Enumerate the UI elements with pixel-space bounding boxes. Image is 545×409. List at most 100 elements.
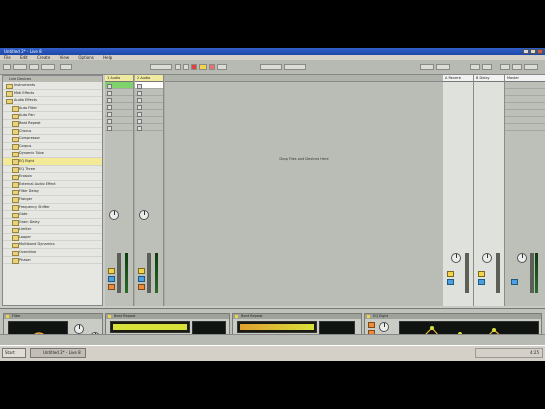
scene-slot[interactable] — [505, 96, 545, 103]
overdub-button[interactable] — [199, 64, 207, 70]
scene-slot[interactable] — [505, 89, 545, 96]
track-title[interactable]: 2 Audio — [135, 75, 163, 82]
automation-arm-button[interactable] — [209, 64, 215, 70]
browser-item[interactable]: EQ Three — [3, 166, 102, 174]
clip-slot[interactable] — [135, 89, 163, 96]
arm-button[interactable] — [138, 284, 145, 290]
stop-clip-icon[interactable] — [137, 97, 142, 103]
browser-item[interactable]: Chorus — [3, 128, 102, 136]
stop-clip-icon[interactable] — [107, 118, 112, 124]
stop-clip-icon[interactable] — [137, 111, 142, 117]
volume-fader[interactable] — [496, 253, 500, 293]
close-icon[interactable] — [537, 49, 543, 54]
pan-knob[interactable] — [139, 210, 149, 220]
track-title[interactable]: A Reverb — [443, 75, 473, 82]
loop-button[interactable] — [217, 64, 227, 70]
loop-start-field[interactable] — [260, 64, 282, 70]
browser-item[interactable]: Erosion — [3, 173, 102, 181]
browser-item[interactable]: Multiband Dynamics — [3, 241, 102, 250]
cue-volume-knob[interactable] — [517, 253, 527, 263]
track-activator-button[interactable] — [447, 271, 454, 277]
stop-clip-icon[interactable] — [107, 111, 112, 117]
browser-item[interactable]: Filter Delay — [3, 188, 102, 196]
time-signature-field[interactable] — [41, 64, 55, 70]
track-activator-button[interactable] — [478, 271, 485, 277]
clip-slot[interactable] — [105, 82, 133, 89]
device-title[interactable]: Filter — [4, 314, 102, 319]
device-title[interactable]: Beat Repeat — [106, 314, 229, 319]
browser-item[interactable]: Phaser — [3, 257, 102, 265]
track-activator-button[interactable] — [108, 268, 115, 274]
stop-clip-icon[interactable] — [107, 125, 112, 131]
taskbar-item-live[interactable]: Untitled 2* - Live 8 — [30, 348, 86, 358]
overview-button[interactable] — [524, 64, 538, 70]
scene-slot[interactable] — [505, 82, 545, 89]
frequency-knob[interactable] — [74, 324, 84, 334]
quantize-menu[interactable] — [60, 64, 72, 70]
arrangement-position-field[interactable] — [150, 64, 172, 70]
key-map-button[interactable] — [420, 64, 434, 70]
nudge-button[interactable] — [29, 64, 39, 70]
clip-slot[interactable] — [135, 110, 163, 117]
track-activator-button[interactable] — [138, 268, 145, 274]
stop-clip-icon[interactable] — [137, 118, 142, 124]
clip-slot[interactable] — [135, 82, 163, 89]
clip-slot[interactable] — [105, 96, 133, 103]
send-knob[interactable] — [451, 253, 461, 263]
clip-slot[interactable] — [105, 110, 133, 117]
stop-clip-icon[interactable] — [137, 90, 142, 96]
browser-item[interactable]: Dynamic Tube — [3, 150, 102, 158]
browser-item[interactable]: Audio Effects — [3, 97, 102, 105]
scene-slot[interactable] — [505, 117, 545, 124]
drop-area[interactable]: Drop Files and Devices Here — [165, 75, 443, 306]
browser-item[interactable]: Limiter — [3, 226, 102, 234]
clip-slot[interactable] — [135, 96, 163, 103]
scene-slot[interactable] — [505, 110, 545, 117]
tap-button[interactable] — [3, 64, 11, 70]
scene-slot[interactable] — [505, 124, 545, 131]
browser-item[interactable]: Auto Filter — [3, 105, 102, 113]
browser-item[interactable]: Overdrive — [3, 249, 102, 257]
browser-item[interactable]: Instruments — [3, 82, 102, 90]
browser-item[interactable]: Frequency Shifter — [3, 204, 102, 212]
browser-item[interactable]: Beat Repeat — [3, 120, 102, 128]
browser-item[interactable]: Grain Delay — [3, 219, 102, 227]
band-1-button[interactable] — [368, 322, 375, 328]
stop-clip-icon[interactable] — [107, 90, 112, 96]
midi-map-button[interactable] — [436, 64, 450, 70]
decay-display[interactable] — [192, 321, 226, 335]
stop-clip-icon[interactable] — [107, 97, 112, 103]
decay-display[interactable] — [319, 321, 355, 335]
device-title[interactable]: Beat Repeat — [233, 314, 361, 319]
clip-slot[interactable] — [135, 124, 163, 131]
browser-item[interactable]: Corpus — [3, 143, 102, 151]
clip-slot[interactable] — [135, 103, 163, 110]
send-knob[interactable] — [482, 253, 492, 263]
browser-item[interactable]: Midi Effects — [3, 90, 102, 98]
browser-item[interactable]: EQ Eight — [3, 157, 102, 166]
solo-button[interactable] — [108, 276, 115, 282]
pan-knob[interactable] — [109, 210, 119, 220]
view-toggle-button[interactable] — [500, 64, 510, 70]
loop-length-field[interactable] — [284, 64, 306, 70]
volume-fader[interactable] — [117, 253, 121, 293]
master-volume-fader[interactable] — [530, 253, 534, 293]
play-button[interactable] — [175, 64, 181, 70]
clip-slot[interactable] — [105, 89, 133, 96]
track-title[interactable]: B Delay — [474, 75, 504, 82]
browser-item[interactable]: External Audio Effect — [3, 181, 102, 189]
browser-item[interactable]: Auto Pan — [3, 112, 102, 120]
clip-slot[interactable] — [105, 117, 133, 124]
volume-fader[interactable] — [465, 253, 469, 293]
stop-clip-icon[interactable] — [107, 83, 112, 89]
solo-button[interactable] — [447, 279, 454, 285]
stop-clip-icon[interactable] — [137, 83, 142, 89]
record-button[interactable] — [191, 64, 197, 70]
browser-item[interactable]: Looper — [3, 234, 102, 242]
maximize-icon[interactable] — [530, 49, 536, 54]
browser-item[interactable]: Gate — [3, 211, 102, 219]
start-button[interactable]: Start — [2, 348, 26, 358]
stop-clip-icon[interactable] — [137, 104, 142, 110]
track-title[interactable]: 1 Audio — [105, 75, 133, 82]
view-toggle-button[interactable] — [512, 64, 522, 70]
